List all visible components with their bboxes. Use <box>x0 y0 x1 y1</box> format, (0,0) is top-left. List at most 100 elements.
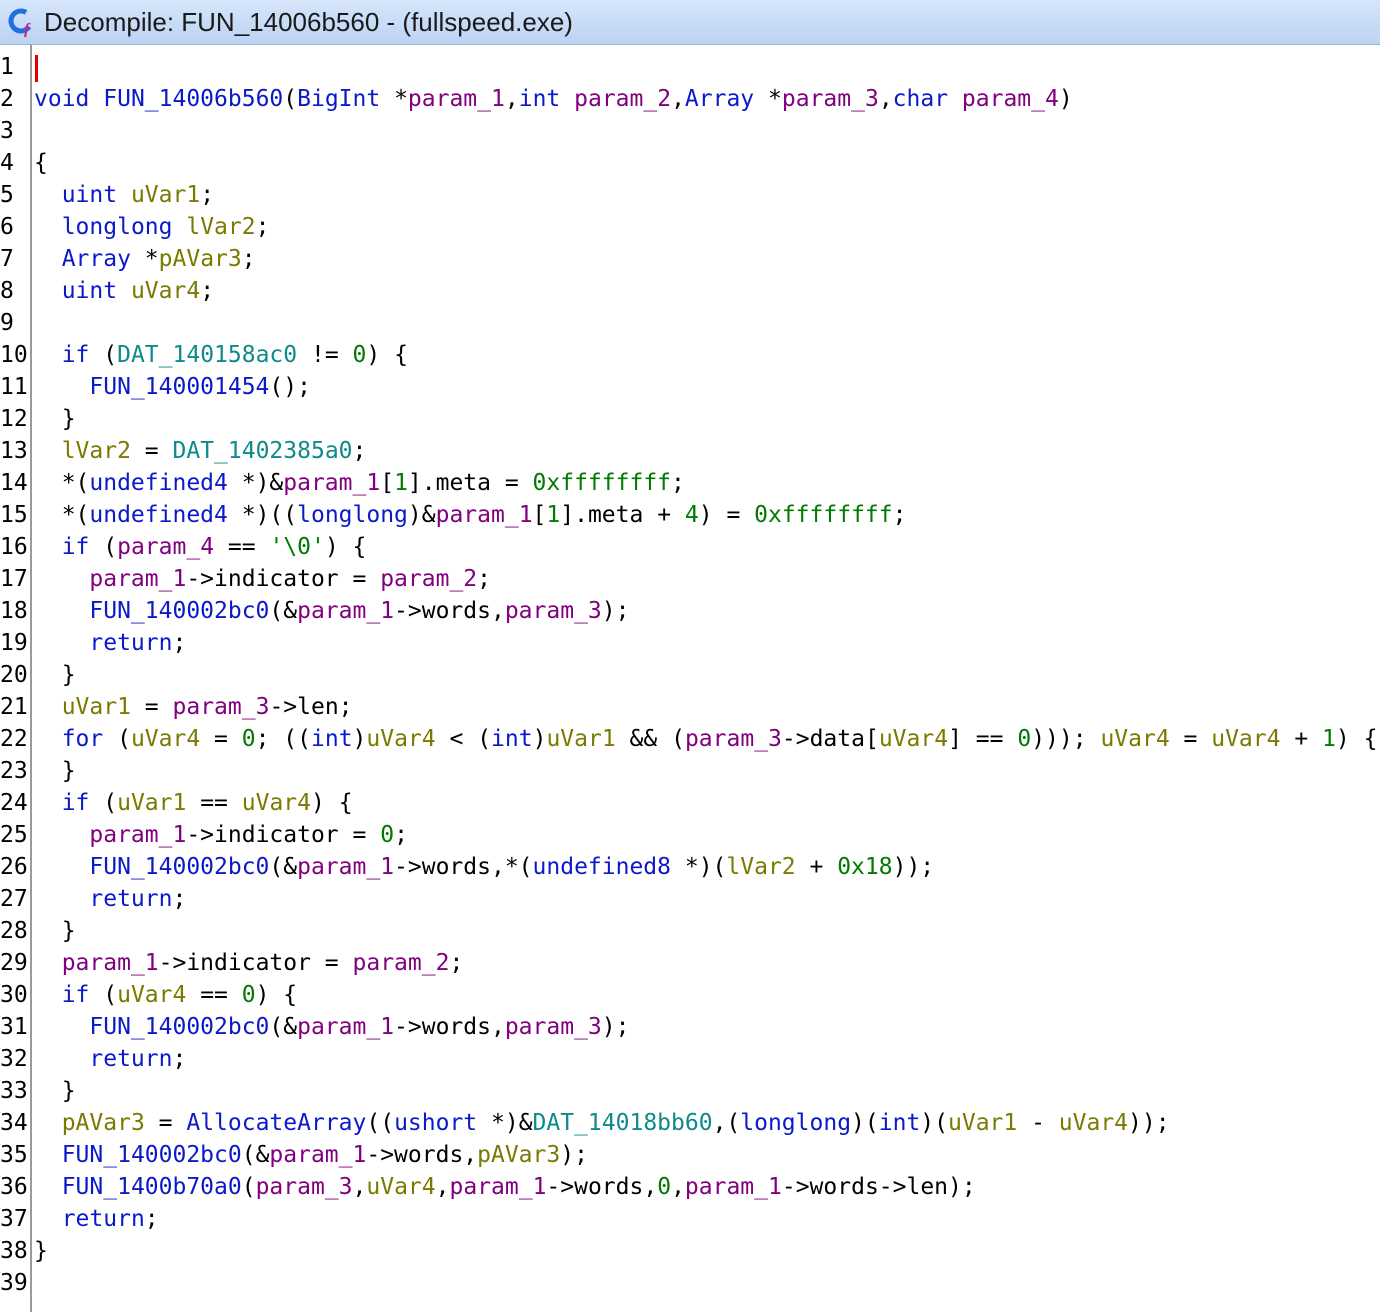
code-token[interactable] <box>34 1142 62 1168</box>
code-token[interactable]: ->len; <box>269 694 352 720</box>
code-token[interactable]: uVar1 <box>117 790 186 816</box>
code-token[interactable]: (); <box>269 374 311 400</box>
code-token[interactable]: param_1 <box>62 950 159 976</box>
code-token[interactable] <box>34 630 89 656</box>
code-token[interactable]: (& <box>269 854 297 880</box>
code-token[interactable] <box>34 1206 62 1232</box>
code-token[interactable] <box>34 1046 89 1072</box>
code-line[interactable]: 37 return; <box>0 1203 1380 1235</box>
code-token[interactable]: ->words, <box>546 1174 657 1200</box>
code-token[interactable] <box>34 246 62 272</box>
code-token[interactable]: undefined8 <box>533 854 671 880</box>
code-token[interactable]: if <box>62 982 90 1008</box>
code-line[interactable]: 34 pAVar3 = AllocateArray((ushort *)&DAT… <box>0 1107 1380 1139</box>
code-token[interactable]: param_3 <box>505 598 602 624</box>
code-token[interactable]: * <box>131 246 159 272</box>
code-token[interactable]: 0xffffffff <box>533 470 671 496</box>
code-token[interactable]: FUN_140002bc0 <box>89 854 269 880</box>
code-token[interactable]: ,( <box>713 1110 741 1136</box>
code-token[interactable]: return <box>89 630 172 656</box>
code-token[interactable]: ( <box>89 790 117 816</box>
code-text[interactable]: *(undefined4 *)((longlong)&param_1[1].me… <box>34 499 907 531</box>
code-token[interactable]: Array <box>62 246 131 272</box>
code-line[interactable]: 13 lVar2 = DAT_1402385a0; <box>0 435 1380 467</box>
code-token[interactable]: 1 <box>546 502 560 528</box>
code-text[interactable]: uint uVar1; <box>34 179 214 211</box>
code-token[interactable] <box>34 982 62 1008</box>
code-token[interactable]: 1 <box>394 470 408 496</box>
code-token[interactable]: 0xffffffff <box>754 502 892 528</box>
code-token[interactable]: lVar2 <box>726 854 795 880</box>
code-text[interactable]: } <box>34 755 76 787</box>
code-token[interactable]: FUN_140001454 <box>89 374 269 400</box>
code-token[interactable]: param_3 <box>685 726 782 752</box>
code-token[interactable]: *)& <box>228 470 284 496</box>
code-text[interactable]: *(undefined4 *)&param_1[1].meta = 0xffff… <box>34 467 685 499</box>
code-token[interactable]: = <box>200 726 242 752</box>
code-token[interactable]: ->words->len); <box>782 1174 976 1200</box>
code-line[interactable]: 5 uint uVar1; <box>0 179 1380 211</box>
code-token[interactable]: int <box>519 86 561 112</box>
code-token[interactable]: param_4 <box>962 86 1059 112</box>
code-token[interactable] <box>34 278 62 304</box>
code-token[interactable]: FUN_140002bc0 <box>89 598 269 624</box>
code-token[interactable]: ) <box>353 726 367 752</box>
code-token[interactable]: FUN_1400b70a0 <box>62 1174 242 1200</box>
code-token[interactable]: + <box>1280 726 1322 752</box>
code-token[interactable]: 0 <box>657 1174 671 1200</box>
code-token[interactable]: param_1 <box>89 822 186 848</box>
code-token[interactable]: 0 <box>242 726 256 752</box>
code-text[interactable]: Array *pAVar3; <box>34 243 256 275</box>
code-token[interactable]: ; <box>394 822 408 848</box>
code-token[interactable]: ( <box>89 342 117 368</box>
code-token[interactable]: ->words, <box>394 598 505 624</box>
code-token[interactable]: ( <box>242 1174 256 1200</box>
code-token[interactable]: , <box>505 86 519 112</box>
code-token[interactable] <box>34 886 89 912</box>
code-token[interactable]: pAVar3 <box>477 1142 560 1168</box>
code-token[interactable]: , <box>671 86 685 112</box>
code-token[interactable]: 0 <box>1017 726 1031 752</box>
code-text[interactable]: if (param_4 == '\0') { <box>34 531 367 563</box>
code-token[interactable]: 0 <box>353 342 367 368</box>
code-token[interactable]: undefined4 <box>89 502 227 528</box>
code-token[interactable]: 4 <box>685 502 699 528</box>
code-token[interactable]: ; <box>353 438 367 464</box>
code-token[interactable]: )( <box>920 1110 948 1136</box>
code-line[interactable]: 15 *(undefined4 *)((longlong)&param_1[1]… <box>0 499 1380 531</box>
code-line[interactable]: 27 return; <box>0 883 1380 915</box>
code-token[interactable]: uint <box>62 182 117 208</box>
code-token[interactable]: ; <box>145 1206 159 1232</box>
code-token[interactable]: ; <box>172 1046 186 1072</box>
code-token[interactable]: } <box>34 1238 48 1264</box>
code-line[interactable]: 14 *(undefined4 *)&param_1[1].meta = 0xf… <box>0 467 1380 499</box>
code-text[interactable]: lVar2 = DAT_1402385a0; <box>34 435 367 467</box>
code-token[interactable]: } <box>34 918 76 944</box>
code-token[interactable]: } <box>34 758 76 784</box>
code-token[interactable]: (& <box>269 1014 297 1040</box>
code-text[interactable]: return; <box>34 627 186 659</box>
code-token[interactable]: (& <box>269 598 297 624</box>
code-token[interactable]: (& <box>242 1142 270 1168</box>
code-token[interactable] <box>34 950 62 976</box>
decompiler-editor[interactable]: 1 2 void FUN_14006b560(BigInt *param_1,int… <box>0 45 1380 1312</box>
code-token[interactable]: param_2 <box>353 950 450 976</box>
code-token[interactable] <box>34 790 62 816</box>
code-text[interactable]: FUN_140002bc0(&param_1->words,param_3); <box>34 595 629 627</box>
code-token[interactable]: pAVar3 <box>159 246 242 272</box>
code-token[interactable] <box>172 214 186 240</box>
code-token[interactable]: longlong <box>62 214 173 240</box>
code-token[interactable]: param_2 <box>574 86 671 112</box>
code-token[interactable]: uVar4 <box>131 278 200 304</box>
code-line[interactable]: 3 <box>0 115 1380 147</box>
code-token[interactable]: param_3 <box>505 1014 602 1040</box>
code-token[interactable]: && ( <box>616 726 685 752</box>
code-text[interactable]: FUN_140002bc0(&param_1->words,param_3); <box>34 1011 629 1043</box>
code-token[interactable]: uVar4 <box>1211 726 1280 752</box>
code-line[interactable]: 17 param_1->indicator = param_2; <box>0 563 1380 595</box>
code-token[interactable]: param_1 <box>297 854 394 880</box>
code-token[interactable] <box>89 86 103 112</box>
code-token[interactable]: return <box>89 886 172 912</box>
code-text[interactable]: } <box>34 1235 48 1267</box>
code-token[interactable]: param_2 <box>380 566 477 592</box>
